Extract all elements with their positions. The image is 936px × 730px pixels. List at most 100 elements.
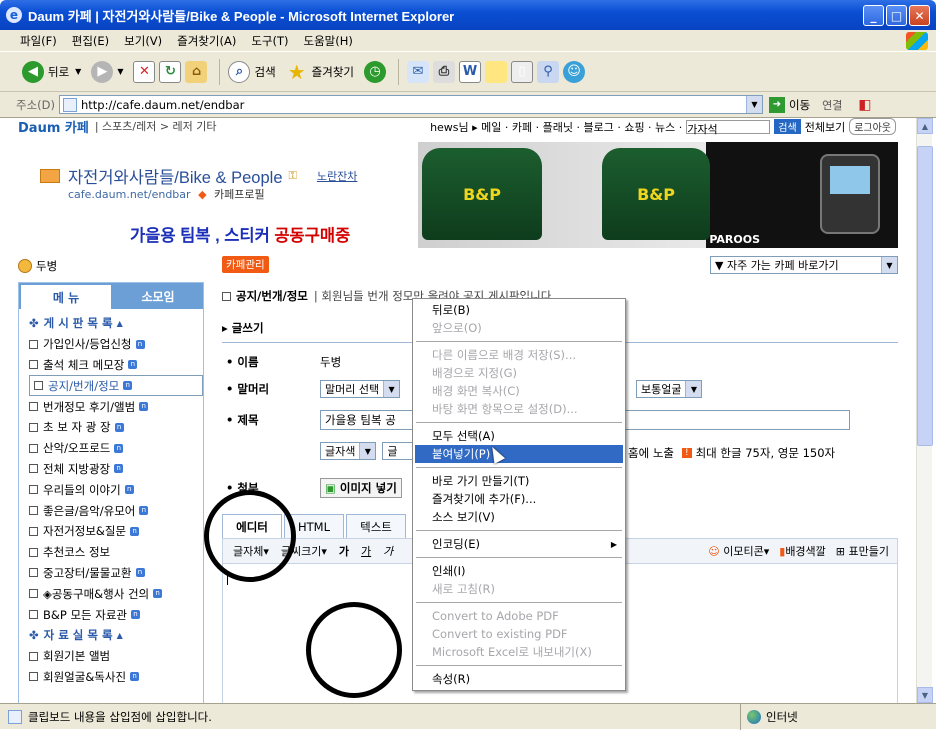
sidebar-item[interactable]: ◈공동구매&행사 건의 n bbox=[29, 583, 203, 604]
sidebar-item[interactable]: 중고장터/물물교환 n bbox=[29, 563, 203, 584]
logout-button[interactable]: 로그아웃 bbox=[849, 118, 896, 135]
sidebar-section-heading[interactable]: ✤ 게 시 판 목 록 ▲ bbox=[29, 313, 203, 334]
all-view-link[interactable]: 전체보기 bbox=[805, 119, 845, 135]
toolbar-separator bbox=[219, 58, 221, 85]
bold-button[interactable]: 가 bbox=[339, 543, 349, 559]
address-input[interactable]: http://cafe.daum.net/endbar ▼ bbox=[59, 95, 763, 114]
favorites-button[interactable]: ★ 즐겨찾기 bbox=[286, 60, 354, 84]
menu-view[interactable]: 보기(V) bbox=[124, 33, 162, 49]
scroll-up-icon[interactable]: ▲ bbox=[917, 118, 933, 134]
sidebar-item[interactable]: 전체 지방광장 n bbox=[29, 459, 203, 480]
user-nickname[interactable]: 두병 bbox=[36, 258, 57, 274]
table-button[interactable]: ⊞ 표만들기 bbox=[836, 543, 889, 559]
emoticon-button[interactable]: ☺ 이모티콘▾ bbox=[708, 543, 769, 559]
menu-favorites[interactable]: 즐겨찾기(A) bbox=[177, 33, 236, 49]
back-dropdown-icon[interactable]: ▼ bbox=[75, 67, 81, 76]
sidebar-item[interactable]: 회원기본 앨범 bbox=[29, 646, 203, 667]
cafe-profile-link[interactable]: 카페프로필 bbox=[214, 188, 265, 201]
key-icon: ⚿ bbox=[288, 169, 297, 182]
sidebar-item[interactable]: 출석 체크 메모장 n bbox=[29, 355, 203, 376]
sidebar-item[interactable]: 가입인사/등업신청 n bbox=[29, 334, 203, 355]
bg-color-button[interactable]: ▮배경색깔 bbox=[779, 543, 826, 559]
new-badge-icon: n bbox=[114, 443, 124, 453]
menu-help[interactable]: 도움말(H) bbox=[304, 33, 353, 49]
go-button[interactable]: ➜ 이동 bbox=[769, 96, 810, 113]
links-button[interactable]: 연결 bbox=[822, 97, 842, 113]
tab-text[interactable]: 텍스트 bbox=[346, 514, 406, 538]
back-arrow-icon: ◀ bbox=[22, 60, 44, 83]
toolbar-separator bbox=[397, 58, 399, 85]
user-services-links[interactable]: hews님 ▸ 메일 · 카페 · 플래닛 · 블로그 · 쇼핑 · 뉴스 · bbox=[430, 119, 682, 135]
sidebar-item[interactable]: 좋은글/음악/유모어 n bbox=[29, 500, 203, 521]
minimize-button[interactable]: _ bbox=[863, 5, 884, 26]
collapse-icon[interactable]: ▲ bbox=[117, 319, 123, 328]
status-bar: 클립보드 내용을 삽입점에 삽입합니다. 인터넷 bbox=[0, 703, 936, 730]
home-icon[interactable]: ⌂ bbox=[185, 60, 208, 83]
italic-button[interactable]: 가 bbox=[383, 543, 393, 559]
toolbar-extra-icon[interactable]: ◧ bbox=[858, 97, 871, 113]
daum-cafe-logo[interactable]: Daum 카페 bbox=[18, 118, 89, 136]
menu-file[interactable]: 파일(F) bbox=[20, 33, 57, 49]
back-button[interactable]: ◀ 뒤로 ▼ bbox=[22, 60, 81, 83]
new-badge-icon: n bbox=[135, 568, 145, 578]
context-menu-item[interactable]: 붙여넣기(P) bbox=[415, 445, 623, 463]
context-menu-item[interactable]: 인코딩(E) ▶ bbox=[415, 535, 623, 553]
forward-button[interactable]: ▶ ▼ bbox=[91, 60, 123, 83]
address-dropdown-icon[interactable]: ▼ bbox=[746, 96, 762, 113]
member-level-link[interactable]: 노란잔차 bbox=[317, 168, 357, 184]
collapse-icon[interactable]: ▲ bbox=[117, 631, 123, 640]
cafe-manage-button[interactable]: 카페관리 bbox=[222, 256, 269, 273]
sidebar-item[interactable]: 회원얼굴&독사진 n bbox=[29, 667, 203, 688]
sidebar-item[interactable]: 공지/번개/정모 n bbox=[29, 375, 203, 397]
research-icon[interactable]: ⚲ bbox=[536, 60, 559, 83]
stop-icon[interactable]: ✕ bbox=[133, 60, 156, 83]
sidebar-item[interactable]: 산악/오프로드 n bbox=[29, 438, 203, 459]
top-search-button[interactable]: 검색 bbox=[774, 119, 801, 134]
context-menu-item[interactable]: 즐겨찾기에 추가(F)... bbox=[415, 490, 623, 508]
sidebar-item[interactable]: B&P 모든 자료관 n bbox=[29, 604, 203, 625]
forward-dropdown-icon[interactable]: ▼ bbox=[117, 67, 123, 76]
address-url[interactable]: http://cafe.daum.net/endbar bbox=[81, 98, 244, 112]
context-menu-item[interactable]: 뒤로(B) bbox=[415, 301, 623, 319]
sidebar-section-heading[interactable]: ✤ 자 료 실 목 록 ▲ bbox=[29, 625, 203, 646]
scroll-thumb[interactable] bbox=[917, 146, 933, 446]
sidebar-item[interactable]: 자전거정보&질문 n bbox=[29, 521, 203, 542]
board-icon bbox=[29, 610, 38, 620]
sidebar-item[interactable]: 번개정모 후기/앨범 n bbox=[29, 396, 203, 417]
context-menu-item[interactable]: 바로 가기 만들기(T) bbox=[415, 472, 623, 490]
context-menu-item[interactable]: 모두 선택(A) bbox=[415, 427, 623, 445]
sidebar-item[interactable]: 우리들의 이야기 n bbox=[29, 479, 203, 500]
favorite-cafe-select[interactable]: ▼ 자주 가는 카페 바로가기 ▼ bbox=[710, 256, 898, 274]
board-icon bbox=[29, 589, 38, 599]
maximize-button[interactable]: □ bbox=[886, 5, 907, 26]
underline-button[interactable]: 가 bbox=[361, 543, 371, 559]
history-icon[interactable]: ◷ bbox=[363, 60, 386, 83]
cafe-url[interactable]: cafe.daum.net/endbar bbox=[68, 188, 191, 201]
sidebar-item[interactable]: 초 보 자 광 장n bbox=[29, 417, 203, 438]
note-icon[interactable] bbox=[484, 60, 507, 83]
scroll-down-icon[interactable]: ▼ bbox=[917, 687, 933, 703]
close-button[interactable]: ✕ bbox=[909, 5, 930, 26]
top-search-input[interactable]: 가자석 bbox=[686, 119, 771, 136]
page-icon bbox=[8, 709, 22, 724]
tab-small-groups[interactable]: 소모임 bbox=[113, 283, 203, 309]
device-image bbox=[820, 154, 880, 234]
search-button[interactable]: ⌕ 검색 bbox=[228, 60, 276, 83]
vertical-scrollbar[interactable]: ▲ ▼ bbox=[916, 118, 933, 703]
context-menu-item[interactable]: 인쇄(I) bbox=[415, 562, 623, 580]
messenger-icon[interactable]: ▯ bbox=[510, 60, 533, 83]
context-menu-item[interactable]: 소스 보기(V) bbox=[415, 508, 623, 526]
tab-menu[interactable]: 메 뉴 bbox=[19, 283, 113, 309]
cafe-name[interactable]: 자전거와사람들/Bike & People bbox=[68, 164, 283, 188]
print-icon[interactable]: ⎙ bbox=[432, 60, 455, 83]
refresh-icon[interactable]: ↻ bbox=[159, 60, 182, 83]
sidebar-item[interactable]: 추천코스 정보 bbox=[29, 542, 203, 563]
menu-tools[interactable]: 도구(T) bbox=[251, 33, 288, 49]
context-menu-item[interactable]: 속성(R) bbox=[415, 670, 623, 688]
menu-edit[interactable]: 편집(E) bbox=[72, 33, 109, 49]
edit-icon[interactable]: W bbox=[458, 60, 481, 83]
cafe-banner-image[interactable]: B&P B&P PAROOS bbox=[418, 142, 898, 248]
contacts-icon[interactable]: ☺ bbox=[562, 60, 585, 83]
board-icon bbox=[29, 402, 38, 412]
mail-icon[interactable]: ✉ bbox=[406, 60, 429, 83]
